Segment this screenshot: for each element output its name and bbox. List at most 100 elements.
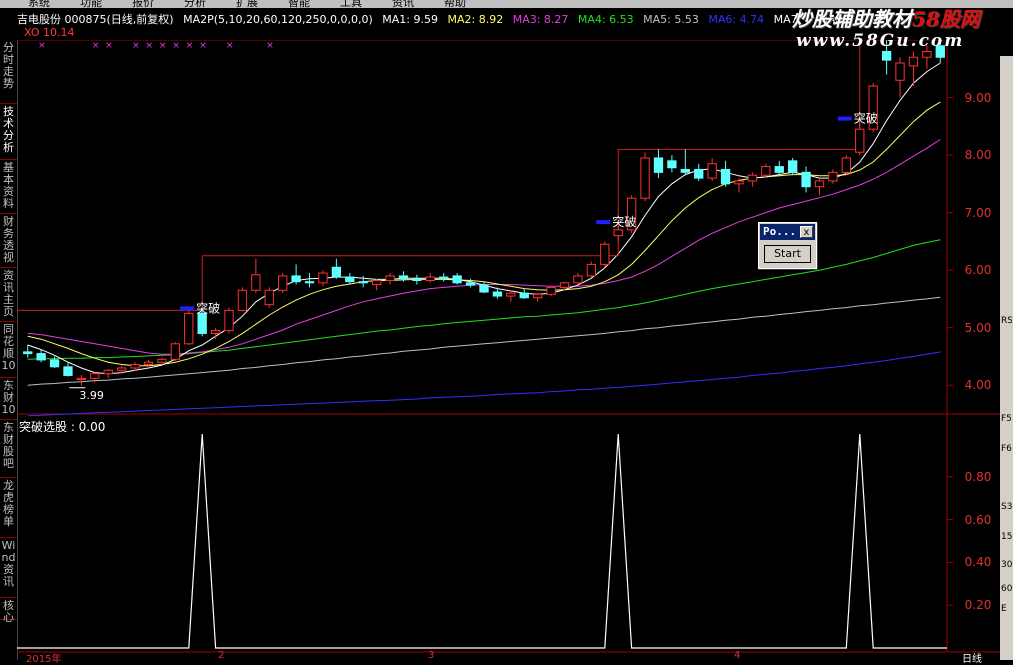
left-tab[interactable]: 分时走势 xyxy=(0,40,17,104)
candle-down xyxy=(23,351,33,355)
candle-up xyxy=(157,358,167,363)
breakout-marker xyxy=(180,306,195,311)
signal-mark: × xyxy=(132,41,140,51)
candle-up xyxy=(640,157,650,199)
dialog-titlebar[interactable]: Po... x xyxy=(760,224,815,240)
right-toolbar: RS F5 F6 S3 15 30 60 E xyxy=(1000,56,1013,660)
candle-down xyxy=(439,276,449,280)
low-label: 3.99 xyxy=(79,389,104,402)
candle-up xyxy=(922,51,932,58)
candle-down xyxy=(881,51,892,61)
left-tab[interactable]: 东财股吧 xyxy=(0,420,17,478)
candle-up xyxy=(747,174,758,182)
candle-down xyxy=(492,291,503,297)
indicator-label: 突破选股 : 0.00 xyxy=(19,420,106,434)
candle-down xyxy=(653,157,664,173)
left-tab[interactable]: 核心 xyxy=(0,598,17,624)
left-tab[interactable]: 龙虎榜单 xyxy=(0,478,17,538)
menu-item[interactable]: 系统 xyxy=(28,0,50,8)
candle-up xyxy=(224,309,234,332)
right-tool-item[interactable]: E xyxy=(1001,602,1012,616)
dialog-title: Po... xyxy=(763,225,797,238)
candle-up xyxy=(184,312,194,345)
candle-down xyxy=(788,160,798,173)
ma4-value: MA4: 6.53 xyxy=(577,13,634,26)
time-axis-label: 3 xyxy=(428,650,435,661)
candle-down xyxy=(774,166,784,173)
right-tool-item[interactable]: F6 xyxy=(1001,442,1012,456)
signal-mark: × xyxy=(266,41,274,51)
right-tool-item[interactable]: RS xyxy=(1001,314,1012,328)
signal-mark: × xyxy=(105,41,113,51)
candle-up xyxy=(237,289,248,311)
price-tick-label: 4.00 xyxy=(964,378,992,393)
candle-down xyxy=(452,275,462,284)
price-tick-label: 5.00 xyxy=(964,320,992,335)
indicator-tick-label: 0.20 xyxy=(964,598,992,613)
watermark-url: www.58Gu.com xyxy=(796,31,965,51)
signal-mark: × xyxy=(199,41,207,51)
candle-up xyxy=(828,171,838,182)
candle-down xyxy=(694,168,704,179)
candle-up xyxy=(130,364,140,369)
right-tool-item[interactable]: F5 xyxy=(1001,412,1012,426)
candle-up xyxy=(600,243,610,265)
menu-item[interactable]: 帮助 xyxy=(444,0,466,8)
candle-up xyxy=(855,128,865,153)
signal-mark: × xyxy=(186,41,194,51)
candle-up xyxy=(559,282,570,288)
ma6-value: MA6: 4.74 xyxy=(708,13,765,26)
po-dialog[interactable]: Po... x Start xyxy=(758,222,817,269)
candle-down xyxy=(358,281,368,284)
ma5-value: MA5: 5.53 xyxy=(643,13,699,26)
candle-up xyxy=(425,276,435,282)
left-tab[interactable]: 东财10 xyxy=(0,378,17,420)
left-tab[interactable]: 基本资料 xyxy=(0,160,17,214)
menu-item[interactable]: 工具 xyxy=(340,0,362,8)
candle-up xyxy=(210,330,221,334)
candle-down xyxy=(345,276,355,283)
stock-title[interactable]: 吉电股份 000875(日线,前复权) xyxy=(17,13,174,26)
price-tick-label: 7.00 xyxy=(964,205,992,220)
menu-item[interactable]: 报价 xyxy=(132,0,154,8)
right-tool-item[interactable]: 60 xyxy=(1001,582,1012,596)
candle-up xyxy=(586,263,597,277)
menu-item[interactable]: 功能 xyxy=(80,0,102,8)
left-tab[interactable]: 技术分析 xyxy=(0,104,17,160)
candle-up xyxy=(546,286,556,295)
right-tool-item[interactable]: S3 xyxy=(1001,500,1012,514)
candle-up xyxy=(278,275,288,291)
candle-down xyxy=(465,282,476,286)
close-button[interactable]: x xyxy=(800,226,813,238)
ma2p-params: MA2P(5,10,20,60,120,250,0,0,0,0) xyxy=(183,13,373,26)
candle-up xyxy=(573,275,583,284)
left-tab[interactable]: Wind资讯 xyxy=(0,538,17,598)
candle-up xyxy=(841,157,852,173)
time-axis-label: 2 xyxy=(218,650,225,661)
left-tab[interactable]: 财务透视 xyxy=(0,214,17,268)
breakout-label: 突破 xyxy=(196,300,220,315)
candle-down xyxy=(412,278,422,282)
menu-item[interactable]: 资讯 xyxy=(392,0,414,8)
candle-down xyxy=(36,353,46,361)
candle-up xyxy=(143,361,154,366)
start-button[interactable]: Start xyxy=(764,245,811,263)
left-tab[interactable]: 同花顺10 xyxy=(0,322,17,378)
signal-mark: × xyxy=(172,41,180,51)
kline-chart[interactable]: 突破突破突破3.99× × × × × × × × × × × xyxy=(17,40,1000,660)
menu-item[interactable]: 扩展 xyxy=(236,0,258,8)
right-tool-item[interactable]: 15 xyxy=(1001,530,1012,544)
ma1-line xyxy=(27,62,941,375)
signal-mark: × xyxy=(226,41,234,51)
candle-up xyxy=(116,367,127,371)
menu-item[interactable]: 分析 xyxy=(184,0,206,8)
ma1-value: MA1: 9.59 xyxy=(382,13,438,26)
menu-item[interactable]: 智能 xyxy=(288,0,310,8)
candle-up xyxy=(908,56,919,67)
breakout-indicator-line xyxy=(17,433,947,649)
candle-down xyxy=(479,284,489,293)
candle-up xyxy=(90,373,100,379)
candle-up xyxy=(264,289,274,306)
right-tool-item[interactable]: 30 xyxy=(1001,558,1012,572)
left-tab[interactable]: 资讯主页 xyxy=(0,268,17,322)
